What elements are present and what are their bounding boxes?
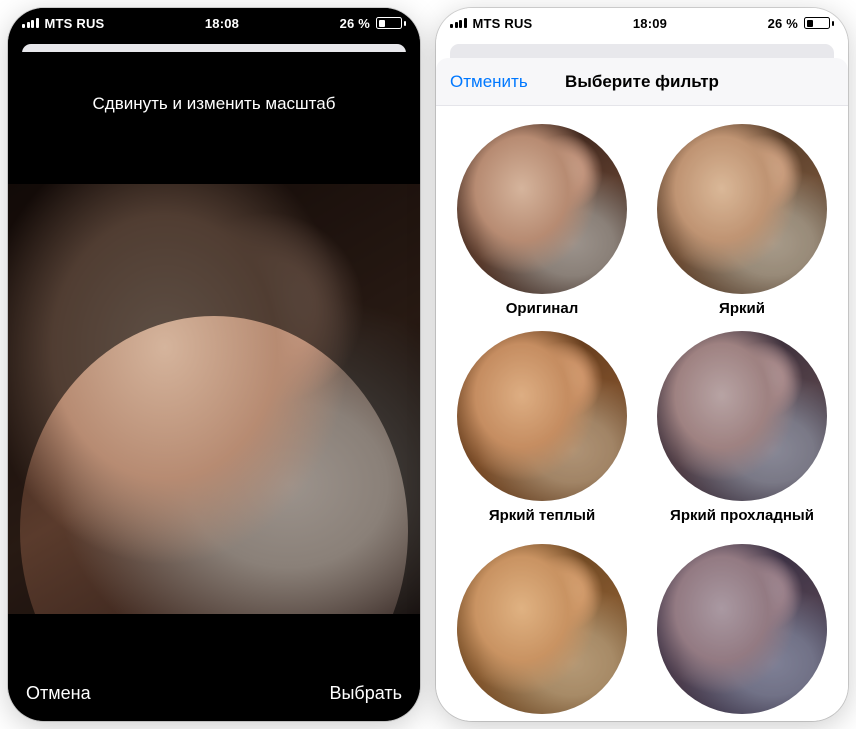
carrier-label: MTS RUS [45,16,105,31]
filter-thumb [657,124,827,294]
choose-button[interactable]: Выбрать [329,683,402,704]
filter-thumb [457,124,627,294]
clock: 18:09 [633,16,667,31]
filter-thumb [657,544,827,714]
crop-mask [8,52,420,721]
signal-icon [22,18,39,28]
phone-crop-screen: MTS RUS 18:08 26 % Сдвинуть и изменить м… [8,8,420,721]
crop-area[interactable]: Сдвинуть и изменить масштаб Отмена Выбра… [8,52,420,721]
filter-scroll[interactable]: Оригинал Яркий Яркий теплый Яркий прохла… [436,106,848,721]
battery-percent: 26 % [340,16,370,31]
filter-option-vivid[interactable]: Яркий [652,124,832,317]
carrier-label: MTS RUS [473,16,533,31]
clock: 18:08 [205,16,239,31]
filter-label: Яркий [652,300,832,317]
filter-option-vivid-cool[interactable]: Яркий прохладный [652,331,832,524]
filter-option-vivid-warm[interactable]: Яркий теплый [452,331,632,524]
filter-option-6[interactable] [652,544,832,720]
filter-option-5[interactable] [452,544,632,720]
filter-label: Яркий теплый [452,507,632,524]
battery-icon [804,17,834,29]
cancel-button[interactable]: Отмена [26,683,91,704]
filter-thumb [657,331,827,501]
battery-percent: 26 % [768,16,798,31]
filter-thumb [457,331,627,501]
filter-label: Яркий прохладный [652,507,832,524]
filter-option-original[interactable]: Оригинал [452,124,632,317]
status-bar: MTS RUS 18:08 26 % [8,8,420,34]
sheet-grabber [8,34,420,52]
filter-label: Оригинал [452,300,632,317]
sheet-grabber [436,34,848,52]
status-bar: MTS RUS 18:09 26 % [436,8,848,34]
cancel-button[interactable]: Отменить [450,72,528,92]
signal-icon [450,18,467,28]
nav-bar: Отменить Выберите фильтр [436,58,848,106]
filter-thumb [457,544,627,714]
phone-filter-screen: MTS RUS 18:09 26 % Отменить Выберите фил… [436,8,848,721]
battery-icon [376,17,406,29]
page-title: Выберите фильтр [565,72,719,92]
